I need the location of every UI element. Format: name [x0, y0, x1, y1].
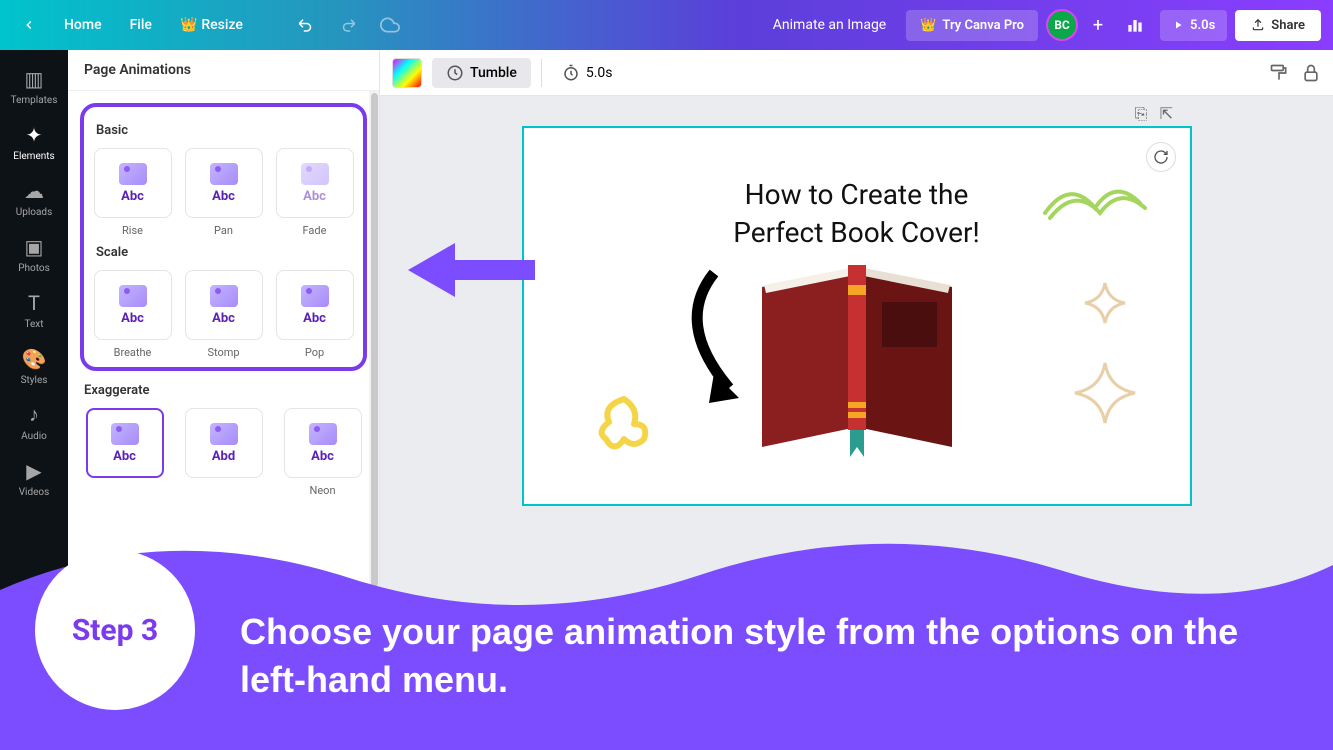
videos-icon: ▶ — [26, 459, 41, 483]
rail-label: Templates — [11, 95, 58, 106]
present-button[interactable]: 5.0s — [1160, 10, 1227, 41]
rail-uploads[interactable]: ☁ Uploads — [0, 170, 68, 226]
resize-label: Resize — [201, 17, 243, 33]
audio-icon: ♪ — [29, 402, 39, 427]
play-icon — [1172, 19, 1184, 31]
file-button[interactable]: File — [120, 11, 162, 39]
elements-icon: ✦ — [26, 123, 43, 147]
sparkle-decoration — [1080, 278, 1130, 328]
try-pro-label: Try Canva Pro — [942, 18, 1024, 33]
home-button[interactable]: Home — [54, 11, 112, 39]
uploads-icon: ☁ — [24, 179, 44, 203]
lock-icon[interactable] — [1301, 63, 1321, 83]
step-badge: Step 3 — [35, 550, 195, 710]
panel-title: Page Animations — [68, 50, 379, 91]
upload-icon — [1251, 18, 1265, 32]
undo-button[interactable] — [289, 8, 323, 42]
redo-button[interactable] — [331, 8, 365, 42]
anim-fade[interactable]: AbcFade — [274, 148, 355, 237]
anim-pop[interactable]: AbcPop — [274, 270, 355, 359]
anim-rise[interactable]: AbcRise — [92, 148, 173, 237]
book-illustration — [742, 247, 972, 467]
avatar[interactable]: BC — [1046, 9, 1078, 41]
text-icon: T — [28, 291, 40, 315]
timer-button[interactable]: 5.0s — [552, 64, 613, 82]
anim-breathe[interactable]: AbcBreathe — [92, 270, 173, 359]
rail-styles[interactable]: 🎨 Styles — [0, 338, 68, 394]
instruction-text: Choose your page animation style from th… — [240, 608, 1293, 705]
back-button[interactable] — [12, 8, 46, 42]
animation-name: Tumble — [470, 65, 517, 81]
templates-icon: ▥ — [25, 67, 44, 91]
anim-tumble[interactable]: Abc — [80, 408, 169, 497]
play-time: 5.0s — [1190, 18, 1215, 33]
file-label: File — [130, 17, 152, 33]
resize-button[interactable]: 👑 Resize — [170, 11, 253, 39]
rail-label: Audio — [21, 431, 47, 442]
share-button[interactable]: Share — [1235, 10, 1321, 41]
add-member-button[interactable]: + — [1086, 9, 1110, 41]
styles-icon: 🎨 — [22, 347, 47, 371]
section-basic-title: Basic — [96, 123, 355, 138]
photos-icon: ▣ — [25, 235, 44, 259]
context-toolbar: Tumble 5.0s — [380, 50, 1333, 96]
rail-audio[interactable]: ♪ Audio — [0, 394, 68, 450]
section-scale-title: Scale — [96, 245, 355, 260]
scribble-decoration — [1040, 168, 1150, 228]
anim-pan[interactable]: AbcPan — [183, 148, 264, 237]
new-page-icon[interactable]: ⇱ — [1160, 104, 1173, 124]
refresh-icon — [1153, 149, 1169, 165]
home-label: Home — [64, 17, 102, 33]
topbar-left: Home File 👑 Resize — [12, 8, 407, 42]
canvas-area: ⎘ ⇱ How to Create the Perfect Book Cover… — [380, 96, 1333, 536]
rail-label: Uploads — [16, 207, 52, 218]
instruction-arrow — [400, 235, 540, 305]
try-pro-button[interactable]: 👑 Try Canva Pro — [906, 10, 1038, 41]
instruction-footer: Step 3 Choose your page animation style … — [0, 520, 1333, 750]
rail-label: Styles — [21, 375, 48, 386]
share-label: Share — [1271, 18, 1305, 33]
rail-label: Photos — [18, 263, 50, 274]
top-bar: Home File 👑 Resize Animate an Image 👑 Tr… — [0, 0, 1333, 50]
page-actions: ⎘ ⇱ — [1135, 104, 1173, 124]
topbar-right: Animate an Image 👑 Try Canva Pro BC + 5.… — [773, 8, 1321, 42]
rail-templates[interactable]: ▥ Templates — [0, 58, 68, 114]
color-picker[interactable] — [392, 58, 422, 88]
duplicate-page-icon[interactable]: ⎘ — [1135, 104, 1148, 124]
rail-elements[interactable]: ✦ Elements — [0, 114, 68, 170]
insights-button[interactable] — [1118, 8, 1152, 42]
rail-label: Videos — [19, 487, 50, 498]
anim-neon[interactable]: AbcNeon — [278, 408, 367, 497]
design-canvas[interactable]: How to Create the Perfect Book Cover! — [522, 126, 1192, 506]
timer-value: 5.0s — [586, 65, 613, 81]
crown-icon: 👑 — [180, 17, 197, 33]
animate-icon — [446, 64, 464, 82]
sparkle-decoration — [1070, 358, 1140, 428]
cloud-save-icon[interactable] — [373, 8, 407, 42]
flower-decoration — [584, 384, 664, 464]
rail-videos[interactable]: ▶ Videos — [0, 450, 68, 506]
crown-icon: 👑 — [920, 18, 936, 33]
anim-item-2[interactable]: Abd — [179, 408, 268, 497]
animation-button[interactable]: Tumble — [432, 58, 531, 88]
rail-label: Elements — [13, 151, 54, 162]
section-exaggerate-title: Exaggerate — [84, 383, 367, 398]
clock-icon — [562, 64, 580, 82]
rail-photos[interactable]: ▣ Photos — [0, 226, 68, 282]
highlight-box: Basic AbcRise AbcPan AbcFade Scale AbcBr… — [80, 103, 367, 371]
anim-stomp[interactable]: AbcStomp — [183, 270, 264, 359]
rail-text[interactable]: T Text — [0, 282, 68, 338]
refresh-button[interactable] — [1146, 142, 1176, 172]
doc-title[interactable]: Animate an Image — [773, 17, 886, 33]
paint-roller-icon[interactable] — [1269, 63, 1289, 83]
rail-label: Text — [24, 319, 43, 330]
step-label: Step 3 — [72, 613, 158, 648]
